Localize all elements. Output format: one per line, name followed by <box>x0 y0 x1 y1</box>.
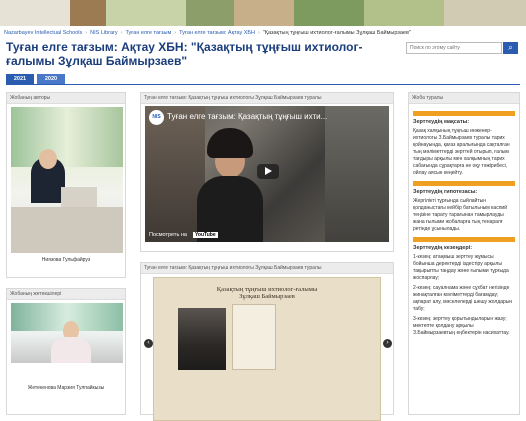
tab-2020[interactable]: 2020 <box>37 74 65 84</box>
search-input[interactable] <box>406 42 502 54</box>
search-icon: ⌕ <box>508 43 513 52</box>
banner-panel <box>0 0 70 26</box>
author-name: Ниязова Гульфайруз <box>41 257 91 263</box>
supervisor-panel: Жобаның жетекшілері Жетекенова Марзия Ту… <box>6 288 126 415</box>
slideshow-panel: Туған елге тағзым: Қазақтың тұңғыш ихтио… <box>140 262 394 421</box>
shelf-right <box>325 106 389 242</box>
breadcrumb-section[interactable]: Туған елге тағзым <box>125 30 171 36</box>
about-panel: Жоба туралы Зерттеудің мақсаты: Қазақ ха… <box>408 92 520 415</box>
speaker-hair <box>207 128 253 158</box>
desk <box>11 207 123 253</box>
breadcrumb-home[interactable]: Nazarbayev Intellectual Schools <box>4 30 82 36</box>
section-divider <box>413 237 515 242</box>
section-divider <box>413 111 515 116</box>
supervisor-photo <box>11 303 123 363</box>
page-title: Туған елге тағзым: Ақтау ХБН: "Қазақтың … <box>6 40 363 68</box>
document-image <box>232 304 276 370</box>
panel-header: Жобаның жетекшілері <box>7 289 125 300</box>
supervisor-name: Жетекенова Марзия Тулпайкызы <box>27 385 105 391</box>
section-text-stage3: 3-кезең: зерттеу қорытындыларын жазу; ме… <box>413 316 510 336</box>
year-tabs: 2021 2020 <box>6 74 65 84</box>
banner-panel <box>106 0 186 26</box>
banner-panel <box>186 0 234 26</box>
section-title-stages: Зерттеудің кезеңдері: <box>413 245 473 251</box>
panel-header: Туған елге тағзым: Қазақтың тұңғыш ихтио… <box>141 263 393 274</box>
slide-title-line1: Қазақтың тұңғыш ихтиолог-ғалымы <box>216 286 318 293</box>
section-title-goal: Зерттеудің мақсаты: <box>413 119 470 125</box>
panel-header: Туған елге тағзым: Қазақтың тұңғыш ихтио… <box>141 93 393 104</box>
breadcrumb-library[interactable]: NIS Library <box>90 30 118 36</box>
panel-header: Жоба туралы <box>409 93 519 104</box>
author-panel: Жобаның авторы Ниязова Гульфайруз <box>6 92 126 278</box>
section-text-goal: Қазақ халқының тұңғыш инженер-ихтиологы … <box>413 128 510 176</box>
play-button[interactable] <box>257 164 279 179</box>
person-face <box>39 149 57 169</box>
section-text-stage1: 1-кезең: атаңмыш зерттеу жұмысы бойынша … <box>413 254 509 281</box>
section-title-hypothesis: Зерттеудің гипотезасы: <box>413 189 478 195</box>
banner-panel <box>294 0 364 26</box>
watch-on-youtube[interactable]: Посмотреть на YouTube <box>149 232 218 238</box>
banner-panel <box>70 0 106 26</box>
banner-panel <box>364 0 444 26</box>
laptop <box>61 187 97 209</box>
section-text-hypothesis: Жергілікті тұрғында сыйлайтын қолданыста… <box>413 198 507 232</box>
slide-image: Қазақтың тұңғыш ихтиолог-ғалымы Зұлқаш Б… <box>153 277 381 421</box>
video-panel: Туған елге тағзым: Қазақтың тұңғыш ихтио… <box>140 92 394 252</box>
bookshelf-backdrop <box>11 107 123 167</box>
section-divider <box>413 181 515 186</box>
author-photo <box>11 107 123 253</box>
about-content: Зерттеудің мақсаты: Қазақ халқының тұңғы… <box>409 104 519 340</box>
person-figure <box>51 337 91 363</box>
slide-title: Қазақтың тұңғыш ихтиолог-ғалымы Зұлқаш Б… <box>154 286 380 300</box>
panel-header: Жобаның авторы <box>7 93 125 104</box>
scientist-portrait <box>178 308 226 370</box>
slide-prev-button[interactable]: ‹ <box>144 339 153 348</box>
video-title[interactable]: Туған елге тағзым: Қазақтың тұңғыш ихти.… <box>167 112 327 121</box>
banner-panel <box>444 0 526 26</box>
header-banner <box>0 0 526 26</box>
watch-on-label: Посмотреть на <box>149 232 187 238</box>
tab-2021[interactable]: 2021 <box>6 74 34 84</box>
shelf-left <box>145 106 205 242</box>
slide-title-line2: Зұлқаш Баймырзаев <box>239 293 295 300</box>
divider <box>6 84 520 85</box>
breadcrumb: Nazarbayev Intellectual Schools › NIS Lib… <box>4 30 411 36</box>
channel-logo: NIS <box>149 110 164 125</box>
video-player[interactable]: NIS Туған елге тағзым: Қазақтың тұңғыш и… <box>145 106 389 242</box>
breadcrumb-current: "Қазақтың тұңғыш ихтиолог-ғалымы Зұлқаш … <box>262 30 411 36</box>
banner-panel <box>234 0 294 26</box>
section-text-stage2: 2-кезең: сауалнама және сұхбат негізінде… <box>413 285 513 312</box>
search-button[interactable]: ⌕ <box>503 42 518 54</box>
breadcrumb-subsection[interactable]: Туған елге тағзым: Ақтау ХБН <box>179 30 255 36</box>
youtube-logo: YouTube <box>192 232 218 238</box>
slide-next-button[interactable]: › <box>383 339 392 348</box>
